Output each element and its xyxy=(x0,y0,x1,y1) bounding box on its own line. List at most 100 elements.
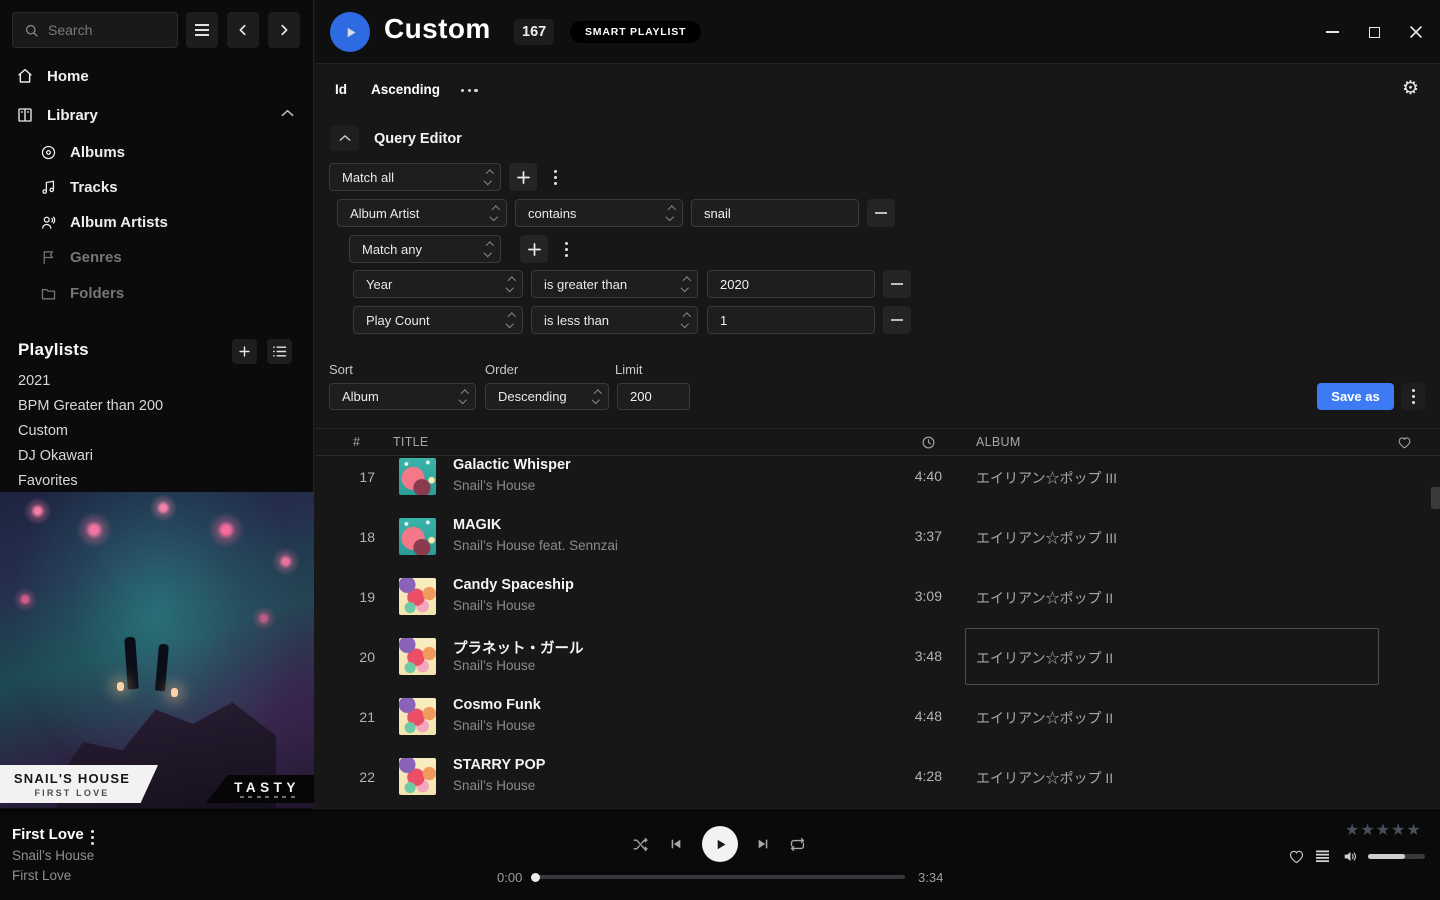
track-title[interactable]: Cosmo Funk xyxy=(453,697,541,713)
favorite-button[interactable] xyxy=(1288,848,1305,865)
window-close-button[interactable] xyxy=(1406,22,1426,42)
group-match-select[interactable]: Match any xyxy=(349,235,501,263)
sort-field-button[interactable]: Id xyxy=(335,82,347,97)
query-editor-collapse-button[interactable] xyxy=(330,125,359,151)
sidebar-item-genres[interactable]: Genres xyxy=(40,249,122,266)
add-group-rule-button[interactable] xyxy=(520,235,548,263)
sidebar-item-folders[interactable]: Folders xyxy=(40,285,124,302)
play-pause-button[interactable] xyxy=(702,826,738,862)
limit-input[interactable] xyxy=(617,383,690,410)
more-options-icon[interactable] xyxy=(461,89,478,92)
star-icon[interactable]: ★ xyxy=(1406,820,1420,839)
sort-select[interactable]: Album xyxy=(329,383,476,410)
sidebar-item-album-artists[interactable]: Album Artists xyxy=(40,214,168,231)
save-as-button[interactable]: Save as xyxy=(1317,383,1394,410)
track-title[interactable]: Galactic Whisper xyxy=(453,457,571,473)
seek-handle[interactable] xyxy=(531,873,540,882)
track-title[interactable]: Candy Spaceship xyxy=(453,577,574,593)
track-row[interactable]: 19 Candy Spaceship Snail’s House 3:09 エイ… xyxy=(315,567,1440,627)
track-artist[interactable]: Snail’s House xyxy=(453,778,535,793)
rule-value-input[interactable] xyxy=(691,199,859,227)
order-select[interactable]: Descending xyxy=(485,383,609,410)
window-minimize-button[interactable] xyxy=(1322,22,1342,42)
track-album[interactable]: エイリアン☆ポップ II xyxy=(976,648,1113,668)
queue-icon[interactable] xyxy=(1315,850,1330,863)
rule-operator-select[interactable]: is greater than xyxy=(531,270,698,298)
seek-slider[interactable] xyxy=(535,875,905,879)
remove-rule-button[interactable] xyxy=(883,306,911,334)
track-album[interactable]: エイリアン☆ポップ III xyxy=(976,468,1117,488)
forward-button[interactable] xyxy=(268,12,300,48)
track-album[interactable]: エイリアン☆ポップ III xyxy=(976,528,1117,548)
playlist-item-2021[interactable]: 2021 xyxy=(18,373,50,389)
collapse-library-icon[interactable] xyxy=(281,109,294,117)
save-menu-icon[interactable] xyxy=(1401,383,1425,410)
scrollbar-thumb[interactable] xyxy=(1431,487,1440,509)
track-artist[interactable]: Snail’s House xyxy=(453,658,535,673)
remove-rule-button[interactable] xyxy=(867,199,895,227)
repeat-button[interactable] xyxy=(788,835,807,854)
favorite-column-heart-icon[interactable] xyxy=(1397,435,1412,450)
track-title[interactable]: STARRY POP xyxy=(453,757,545,773)
track-album[interactable]: エイリアン☆ポップ II xyxy=(976,768,1113,788)
add-playlist-button[interactable] xyxy=(232,339,257,364)
remove-rule-button[interactable] xyxy=(883,270,911,298)
track-row[interactable]: 20 プラネット・ガール Snail’s House 3:48 エイリアン☆ポッ… xyxy=(315,627,1440,687)
sidebar-item-home[interactable]: Home xyxy=(16,67,89,85)
column-index[interactable]: # xyxy=(353,435,360,449)
rule-operator-select[interactable]: contains xyxy=(515,199,683,227)
column-title[interactable]: TITLE xyxy=(393,435,429,449)
gear-icon[interactable]: ⚙ xyxy=(1402,79,1419,98)
track-artist[interactable]: Snail’s House feat. Sennzai xyxy=(453,538,618,553)
track-title[interactable]: プラネット・ガール xyxy=(453,637,584,658)
sort-direction-button[interactable]: Ascending xyxy=(371,82,440,97)
shuffle-button[interactable] xyxy=(631,835,650,854)
track-artist[interactable]: Snail’s House xyxy=(453,598,535,613)
rule-field-select[interactable]: Play Count xyxy=(353,306,523,334)
search-box[interactable] xyxy=(12,12,178,48)
star-icon[interactable]: ★ xyxy=(1360,820,1374,839)
rating-stars[interactable]: ★★★★★ xyxy=(1345,820,1421,839)
now-playing-artwork[interactable]: SNAIL'S HOUSE FIRST LOVE TASTY xyxy=(0,492,314,808)
track-row[interactable]: 18 MAGIK Snail’s House feat. Sennzai 3:3… xyxy=(315,507,1440,567)
window-maximize-button[interactable] xyxy=(1364,22,1384,42)
previous-button[interactable] xyxy=(668,836,684,852)
now-playing-artist[interactable]: Snail’s House xyxy=(12,848,94,863)
track-title[interactable]: MAGIK xyxy=(453,517,501,533)
sidebar-item-library[interactable]: Library xyxy=(16,106,98,124)
volume-icon[interactable] xyxy=(1341,848,1359,865)
track-album[interactable]: エイリアン☆ポップ II xyxy=(976,588,1113,608)
rule-field-select[interactable]: Year xyxy=(353,270,523,298)
volume-slider[interactable] xyxy=(1368,854,1425,859)
sidebar-item-tracks[interactable]: Tracks xyxy=(40,179,118,196)
track-row[interactable]: 22 STARRY POP Snail’s House 4:28 エイリアン☆ポ… xyxy=(315,747,1440,807)
playlist-list-button[interactable] xyxy=(267,339,292,364)
menu-button[interactable] xyxy=(186,12,218,48)
track-artist[interactable]: Snail’s House xyxy=(453,478,535,493)
rule-value-input[interactable] xyxy=(707,306,875,334)
next-button[interactable] xyxy=(755,836,771,852)
sidebar-item-albums[interactable]: Albums xyxy=(40,144,125,161)
root-match-select[interactable]: Match all xyxy=(329,163,501,191)
search-input[interactable] xyxy=(48,22,158,38)
rule-field-select[interactable]: Album Artist xyxy=(337,199,507,227)
duration-clock-icon[interactable] xyxy=(921,435,936,450)
track-row[interactable]: 17 Galactic Whisper Snail’s House 4:40 エ… xyxy=(315,456,1440,507)
star-icon[interactable]: ★ xyxy=(1345,820,1359,839)
playlist-item-favorites[interactable]: Favorites xyxy=(18,473,78,489)
star-icon[interactable]: ★ xyxy=(1376,820,1390,839)
playlist-item-custom[interactable]: Custom xyxy=(18,423,68,439)
track-artist[interactable]: Snail’s House xyxy=(453,718,535,733)
group-menu-icon[interactable] xyxy=(558,242,574,257)
rule-operator-select[interactable]: is less than xyxy=(531,306,698,334)
add-rule-button[interactable] xyxy=(509,163,537,191)
playlist-item-dj-okawari[interactable]: DJ Okawari xyxy=(18,448,93,464)
rule-value-input[interactable] xyxy=(707,270,875,298)
playlist-item-bpm[interactable]: BPM Greater than 200 xyxy=(18,398,163,414)
now-playing-menu-icon[interactable] xyxy=(84,830,100,845)
rule-group-menu-icon[interactable] xyxy=(547,170,563,185)
star-icon[interactable]: ★ xyxy=(1391,820,1405,839)
track-row[interactable]: 21 Cosmo Funk Snail’s House 4:48 エイリアン☆ポ… xyxy=(315,687,1440,747)
play-playlist-button[interactable] xyxy=(330,12,370,52)
back-button[interactable] xyxy=(227,12,259,48)
